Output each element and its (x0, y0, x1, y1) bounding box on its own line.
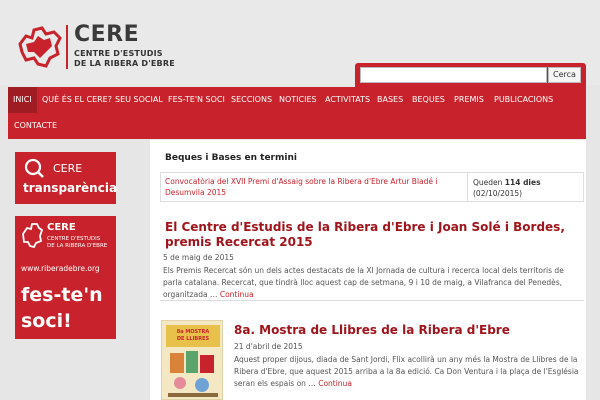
search-input[interactable] (360, 67, 547, 83)
svg-text:8a MOSTRA: 8a MOSTRA (177, 329, 210, 335)
remaining-prefix: Queden (473, 178, 503, 187)
membership-sub1: CENTRE D'ESTUDIS (47, 236, 101, 242)
read-more-link[interactable]: Continua (220, 290, 254, 299)
remaining-date: (02/10/2015) (473, 189, 523, 198)
membership-sub2: DE LA RIBERA D'EBRE (47, 243, 108, 249)
post-title[interactable]: El Centre d'Estudis de la Ribera d'Ebre … (165, 220, 585, 250)
beques-link[interactable]: Convocatòria del XVII Premi d'Assaig sob… (165, 176, 455, 198)
logo-divider (66, 25, 68, 69)
nav-item-beques[interactable]: BEQUES (407, 87, 450, 113)
search-button[interactable]: Cerca (548, 67, 581, 83)
nav-item-fes-ten-soci[interactable]: FES-TE'N SOCI (163, 87, 230, 113)
nav-item-premis[interactable]: PREMIS (449, 87, 489, 113)
magnifier-icon (24, 158, 44, 178)
post-excerpt: Aquest proper dijous, diada de Sant Jord… (234, 354, 584, 390)
ribera-map-icon (18, 26, 62, 68)
post-divider (160, 300, 584, 301)
main-nav: INICI QUÈ ÉS EL CERE? SEU SOCIAL FES-TE'… (8, 87, 586, 139)
nav-item-que-es[interactable]: QUÈ ÉS EL CERE? (37, 87, 117, 113)
logo-subtitle-2: DE LA RIBERA D'EBRE (74, 59, 175, 68)
nav-item-activitats[interactable]: ACTIVITATS (320, 87, 375, 113)
transparency-label: transparència (23, 181, 118, 195)
beques-title: Beques i Bases en termini (165, 153, 297, 163)
nav-item-publicacions[interactable]: PUBLICACIONS (489, 87, 558, 113)
post-date: 5 de maig de 2015 (163, 253, 234, 262)
read-more-link[interactable]: Continua (318, 379, 352, 388)
post-date: 21 d'abril de 2015 (234, 342, 303, 351)
membership-url: www.riberadebre.org (21, 264, 100, 273)
post-thumbnail[interactable]: 8a MOSTRA DE LLIBRES (161, 320, 223, 400)
transparency-banner[interactable]: CERE transparència (15, 152, 118, 204)
post-excerpt-text: Aquest proper dijous, diada de Sant Jord… (234, 355, 579, 388)
site-logo[interactable]: CERE CENTRE D'ESTUDIS DE LA RIBERA D'EBR… (16, 22, 186, 72)
book-fair-poster-icon: 8a MOSTRA DE LLIBRES (162, 321, 222, 399)
nav-item-bases[interactable]: BASES (372, 87, 408, 113)
logo-subtitle-1: CENTRE D'ESTUDIS (74, 49, 163, 58)
membership-banner[interactable]: CERE CENTRE D'ESTUDIS DE LA RIBERA D'EBR… (15, 216, 116, 339)
beques-divider (467, 172, 468, 202)
nav-item-seccions[interactable]: SECCIONS (226, 87, 277, 113)
logo-name: CERE (74, 22, 140, 47)
membership-line2: soci! (21, 310, 72, 332)
membership-cere: CERE (47, 222, 76, 233)
ribera-map-icon (22, 223, 43, 248)
transparency-cere: CERE (53, 162, 83, 175)
beques-remaining: Queden 114 dies (02/10/2015) (473, 177, 541, 199)
post-excerpt: Els Premis Recercat són un dels actes de… (163, 265, 583, 301)
nav-item-inici[interactable]: INICI (8, 87, 37, 113)
svg-text:DE LLIBRES: DE LLIBRES (177, 336, 210, 342)
nav-item-seu-social[interactable]: SEU SOCIAL (110, 87, 168, 113)
nav-item-contacte[interactable]: CONTACTE (9, 113, 62, 139)
remaining-days: 114 dies (504, 178, 541, 187)
nav-item-noticies[interactable]: NOTICIES (274, 87, 322, 113)
post-title[interactable]: 8a. Mostra de Llibres de la Ribera d'Ebr… (234, 323, 584, 338)
membership-line1: fes-te'n (21, 284, 103, 306)
